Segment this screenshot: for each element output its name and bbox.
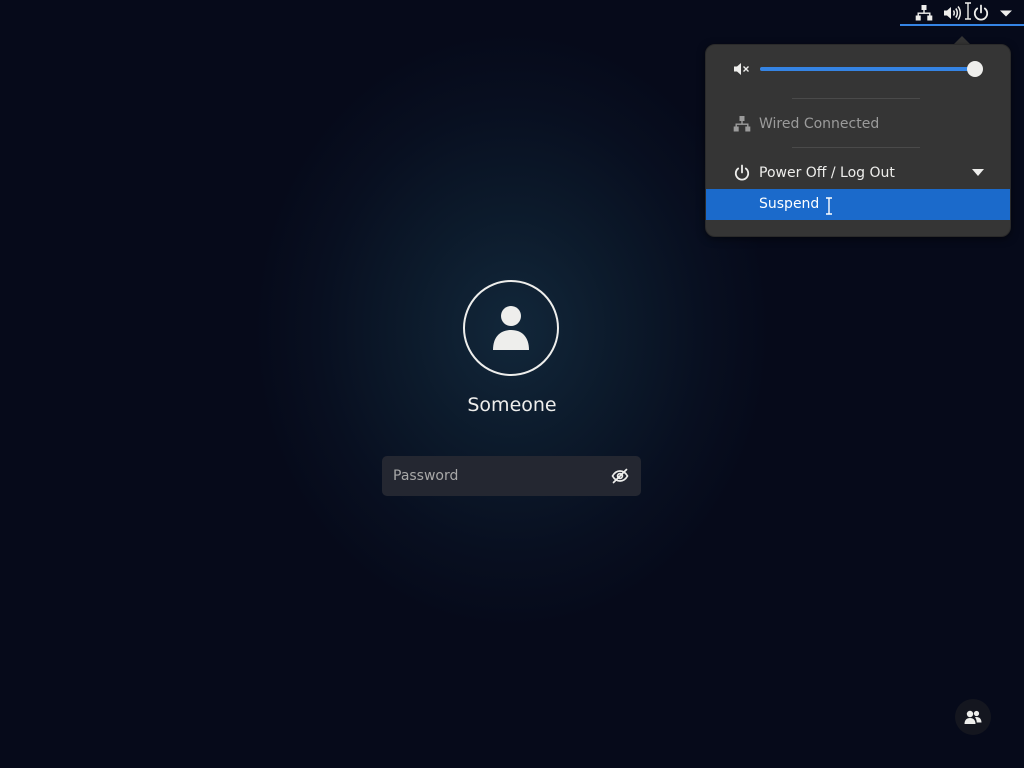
show-password-icon[interactable] [611, 467, 629, 485]
volume-high-icon [943, 4, 961, 22]
text-cursor-icon [825, 197, 833, 215]
volume-slider-knob[interactable] [967, 61, 983, 77]
text-cursor-icon [964, 2, 972, 20]
user-icon [493, 306, 529, 350]
power-icon [972, 4, 990, 22]
username-label: Someone [467, 394, 557, 416]
switch-user-button[interactable] [955, 699, 991, 735]
user-avatar[interactable] [463, 280, 559, 376]
chevron-down-icon [972, 169, 984, 176]
system-menu: Wired Connected Power Off / Log Out Susp… [705, 44, 1011, 237]
menu-arrow-icon [997, 4, 1015, 22]
password-field[interactable] [382, 456, 641, 496]
network-wired-icon [915, 4, 933, 22]
top-bar-status-area[interactable] [900, 0, 1024, 26]
switch-user-icon [964, 710, 982, 724]
network-row[interactable]: Wired Connected [706, 108, 1010, 140]
power-icon [733, 164, 751, 182]
menu-separator [792, 98, 920, 99]
network-wired-icon [733, 115, 751, 133]
power-off-log-out-item[interactable]: Power Off / Log Out [706, 157, 1010, 189]
network-status-label: Wired Connected [759, 116, 880, 132]
power-off-log-out-label: Power Off / Log Out [759, 165, 895, 181]
volume-muted-icon[interactable] [733, 60, 751, 78]
volume-row [706, 60, 1010, 92]
suspend-label: Suspend [759, 196, 820, 212]
suspend-item[interactable]: Suspend [706, 189, 1010, 220]
volume-slider[interactable] [760, 61, 983, 77]
volume-slider-fill [760, 67, 975, 71]
password-input[interactable] [382, 456, 602, 496]
menu-separator [792, 147, 920, 148]
